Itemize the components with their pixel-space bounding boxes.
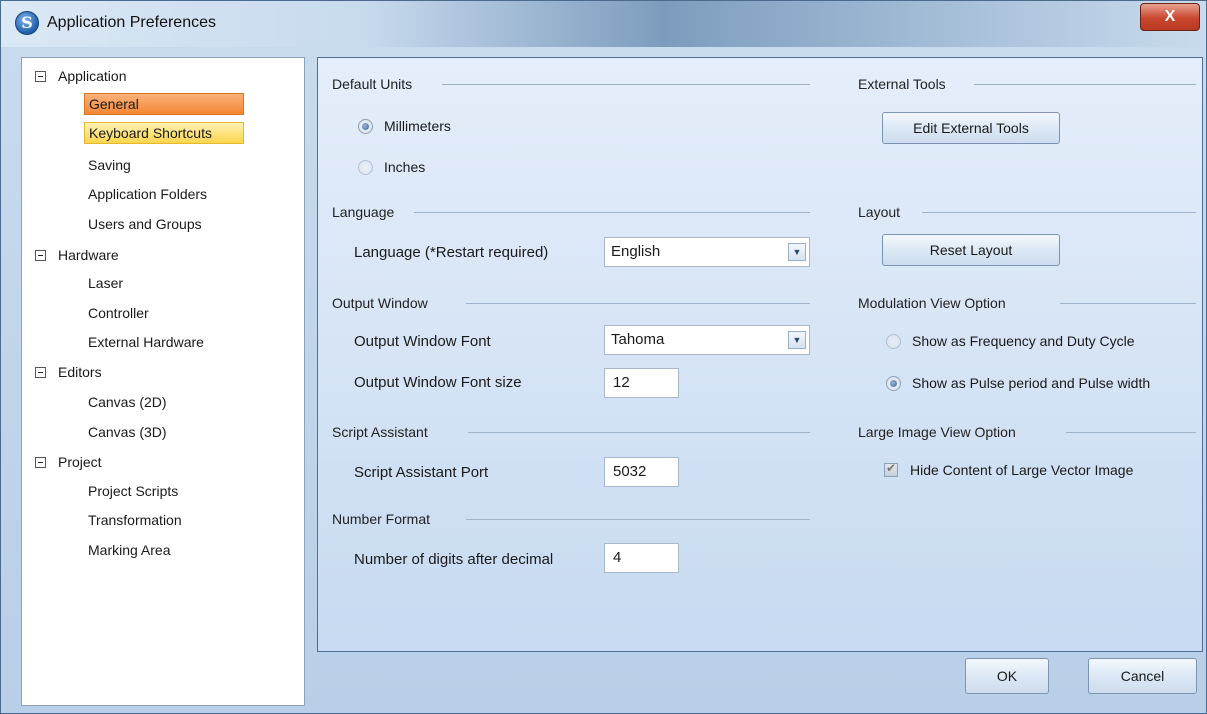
title-bar[interactable]: S Application Preferences X [1, 1, 1206, 47]
inches-label[interactable]: Inches [384, 158, 425, 176]
language-value: English [611, 243, 661, 260]
section-divider [468, 432, 810, 433]
language-label: Language (*Restart required) [354, 244, 549, 261]
preferences-window: S Application Preferences X Application … [0, 0, 1207, 714]
output-font-value: Tahoma [611, 331, 665, 348]
output-font-size-label: Output Window Font size [354, 374, 522, 391]
tree-group-project[interactable]: Project [58, 451, 102, 473]
section-number-format: Number Format [332, 511, 431, 527]
frequency-duty-label[interactable]: Show as Frequency and Duty Cycle [912, 332, 1135, 350]
tree-item-canvas-2d[interactable]: Canvas (2D) [84, 391, 244, 413]
tree-item-project-scripts[interactable]: Project Scripts [84, 480, 244, 502]
section-external-tools: External Tools [858, 76, 946, 92]
app-logo-icon: S [15, 11, 39, 35]
millimeters-label[interactable]: Millimeters [384, 117, 451, 135]
tree-item-laser[interactable]: Laser [84, 272, 244, 294]
preferences-tree[interactable]: Application General Keyboard Shortcuts S… [21, 57, 305, 706]
tree-group-hardware[interactable]: Hardware [58, 244, 119, 266]
output-font-select[interactable]: Tahoma ▼ [604, 325, 810, 355]
collapse-application-icon[interactable] [35, 71, 46, 82]
script-port-value: 5032 [613, 463, 647, 480]
reset-layout-button[interactable]: Reset Layout [882, 234, 1060, 266]
collapse-hardware-icon[interactable] [35, 250, 46, 261]
frequency-duty-radio[interactable] [886, 334, 901, 349]
output-font-size-value: 12 [613, 374, 630, 391]
output-font-size-input[interactable]: 12 [604, 368, 679, 398]
tree-group-application[interactable]: Application [58, 65, 127, 87]
section-language: Language [332, 204, 395, 220]
decimal-digits-label: Number of digits after decimal [354, 551, 554, 568]
tree-item-canvas-3d[interactable]: Canvas (3D) [84, 421, 244, 443]
script-port-input[interactable]: 5032 [604, 457, 679, 487]
hide-large-vector-label[interactable]: Hide Content of Large Vector Image [910, 461, 1133, 479]
section-divider [922, 212, 1196, 213]
collapse-project-icon[interactable] [35, 457, 46, 468]
output-font-label: Output Window Font [354, 333, 491, 350]
close-button[interactable]: X [1140, 3, 1200, 31]
pulse-period-radio[interactable] [886, 376, 901, 391]
section-output-window: Output Window [332, 295, 428, 311]
inches-radio[interactable] [358, 160, 373, 175]
pulse-period-label[interactable]: Show as Pulse period and Pulse width [912, 374, 1150, 392]
millimeters-radio[interactable] [358, 119, 373, 134]
ok-button[interactable]: OK [965, 658, 1049, 694]
tree-item-saving[interactable]: Saving [84, 154, 244, 176]
cancel-button[interactable]: Cancel [1088, 658, 1197, 694]
decimal-digits-value: 4 [613, 549, 622, 566]
section-divider [414, 212, 810, 213]
tree-item-application-folders[interactable]: Application Folders [84, 183, 244, 205]
section-divider [466, 519, 810, 520]
dialog-footer: OK Cancel [317, 652, 1203, 706]
chevron-down-icon[interactable]: ▼ [788, 243, 806, 261]
tree-group-editors[interactable]: Editors [58, 361, 102, 383]
section-divider [442, 84, 810, 85]
tree-item-external-hardware[interactable]: External Hardware [84, 331, 244, 353]
section-divider [1066, 432, 1196, 433]
section-divider [466, 303, 810, 304]
language-select[interactable]: English ▼ [604, 237, 810, 267]
script-port-label: Script Assistant Port [354, 464, 489, 481]
section-default-units: Default Units [332, 76, 413, 92]
hide-large-vector-checkbox[interactable] [884, 461, 898, 477]
decimal-digits-input[interactable]: 4 [604, 543, 679, 573]
section-layout: Layout [858, 204, 901, 220]
tree-item-users-and-groups[interactable]: Users and Groups [84, 213, 244, 235]
window-title: Application Preferences [47, 14, 216, 31]
general-settings-panel: Default Units Millimeters Inches Languag… [317, 57, 1203, 652]
tree-item-general[interactable]: General [84, 93, 244, 115]
section-large-image-view: Large Image View Option [858, 424, 1016, 440]
tree-item-transformation[interactable]: Transformation [84, 509, 244, 531]
section-divider [1060, 303, 1196, 304]
collapse-editors-icon[interactable] [35, 367, 46, 378]
section-divider [974, 84, 1196, 85]
edit-external-tools-button[interactable]: Edit External Tools [882, 112, 1060, 144]
section-script-assistant: Script Assistant [332, 424, 428, 440]
tree-item-marking-area[interactable]: Marking Area [84, 539, 244, 561]
tree-item-controller[interactable]: Controller [84, 302, 244, 324]
section-modulation-view: Modulation View Option [858, 295, 1006, 311]
tree-item-keyboard-shortcuts[interactable]: Keyboard Shortcuts [84, 122, 244, 144]
chevron-down-icon[interactable]: ▼ [788, 331, 806, 349]
